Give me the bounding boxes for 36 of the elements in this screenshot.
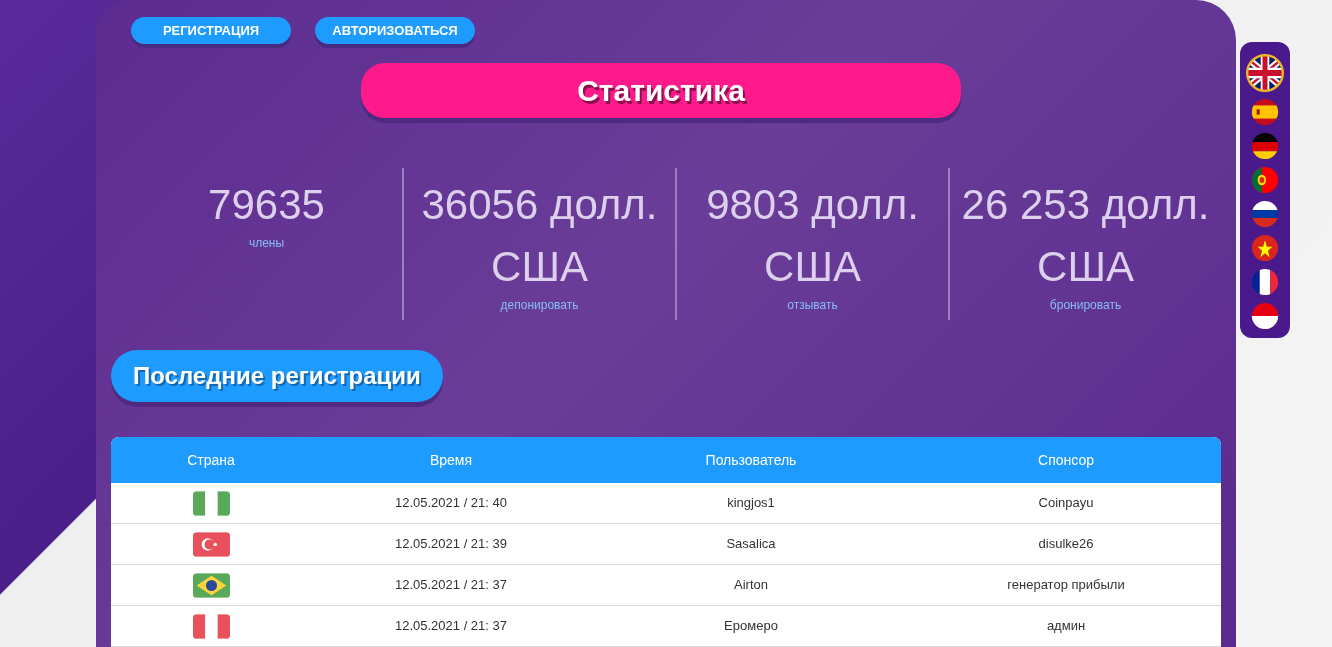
table-cell-text: Airton bbox=[733, 576, 769, 595]
column-header: Время bbox=[428, 450, 474, 470]
nigeria-flag-icon bbox=[192, 490, 230, 516]
table-cell-text: Еромеро bbox=[723, 617, 779, 636]
table-cell-text: 12.05.2021 / 21: 40 bbox=[393, 494, 508, 513]
table-cell-text: disulke26 bbox=[1037, 535, 1095, 554]
turkey-flag-icon bbox=[192, 531, 230, 557]
column-header: Пользователь bbox=[704, 450, 798, 470]
stat-label: члены bbox=[248, 236, 285, 250]
table-cell-text: kingjos1 bbox=[726, 494, 776, 513]
column-header: Страна bbox=[186, 450, 236, 470]
france-flag-icon[interactable] bbox=[1251, 268, 1279, 296]
union-jack-flag-icon[interactable] bbox=[1246, 54, 1284, 92]
peru-flag-icon bbox=[192, 613, 230, 639]
table-cell-text: 12.05.2021 / 21: 37 bbox=[393, 617, 508, 636]
table-cell-text: генератор прибыли bbox=[1006, 576, 1126, 595]
stat-value: 36056 долл. США bbox=[420, 180, 659, 292]
stat-value: 9803 долл. США bbox=[705, 180, 920, 292]
table-cell-text: Coinpayu bbox=[1037, 494, 1095, 513]
table-cell-text: Sasalica bbox=[725, 535, 777, 554]
portugal-flag-icon[interactable] bbox=[1251, 166, 1279, 194]
table-cell-text: админ bbox=[1045, 617, 1087, 636]
indonesia-flag-icon[interactable] bbox=[1251, 302, 1279, 330]
stat-value: 79635 bbox=[207, 180, 326, 230]
germany-flag-icon[interactable] bbox=[1251, 132, 1279, 160]
stat-label: бронировать bbox=[1049, 298, 1122, 312]
table-cell-text: 12.05.2021 / 21: 37 bbox=[393, 576, 508, 595]
stat-label: депонировать bbox=[500, 298, 579, 312]
stat-value: 26 253 долл. США bbox=[960, 180, 1211, 292]
column-header: Спонсор bbox=[1037, 450, 1095, 470]
brazil-flag-icon bbox=[192, 572, 230, 598]
spain-flag-icon[interactable] bbox=[1251, 98, 1279, 126]
vietnam-flag-icon[interactable] bbox=[1251, 234, 1279, 262]
russia-flag-icon[interactable] bbox=[1251, 200, 1279, 228]
table-cell-text: 12.05.2021 / 21: 39 bbox=[393, 535, 508, 554]
stat-label: отзывать bbox=[787, 298, 838, 312]
